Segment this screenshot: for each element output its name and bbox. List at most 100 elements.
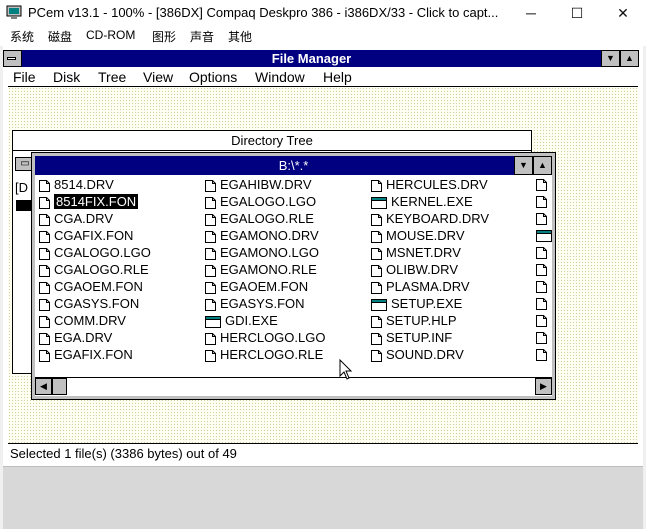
- file-item[interactable]: CGA.DRV: [39, 210, 113, 227]
- file-item[interactable]: 8514FIX.FON: [39, 193, 139, 210]
- file-item[interactable]: COMM.DRV: [39, 312, 126, 329]
- document-icon: [536, 331, 552, 345]
- file-name: CGASYS.FON: [54, 296, 140, 311]
- file-item[interactable]: MSNET.DRV: [371, 244, 461, 261]
- file-item[interactable]: EGASYS.FON: [205, 295, 305, 312]
- file-item[interactable]: SETUP.EXE: [371, 295, 462, 312]
- document-icon: [371, 230, 382, 243]
- host-menu-other[interactable]: 其他: [228, 28, 252, 45]
- file-name: EGAHIBW.DRV: [220, 177, 312, 192]
- file-name: HERCULES.DRV: [386, 177, 488, 192]
- file-item[interactable]: HERCULES.DRV: [371, 176, 488, 193]
- fm-minimize-button[interactable]: ▼: [601, 50, 620, 67]
- dir-minimize-button[interactable]: ▼: [514, 156, 533, 175]
- file-item[interactable]: EGAMONO.RLE: [205, 261, 317, 278]
- host-maximize-button[interactable]: ☐: [554, 0, 600, 26]
- file-item[interactable]: EGAOEM.FON: [205, 278, 308, 295]
- file-name: EGA.DRV: [54, 330, 113, 345]
- file-item[interactable]: KEYBOARD.DRV: [371, 210, 489, 227]
- scroll-thumb[interactable]: [52, 378, 67, 395]
- host-minimize-button[interactable]: ─: [508, 0, 554, 26]
- document-icon: [39, 264, 50, 277]
- file-item[interactable]: EGAMONO.DRV: [205, 227, 319, 244]
- fm-system-menu-icon[interactable]: [3, 50, 22, 67]
- file-list[interactable]: 8514.DRV 8514FIX.FON CGA.DRV CGAFIX.FON CGAL…: [35, 176, 552, 376]
- file-name: EGALOGO.LGO: [220, 194, 317, 209]
- host-close-button[interactable]: ✕: [600, 0, 646, 26]
- document-icon: [39, 230, 50, 243]
- horizontal-scrollbar[interactable]: ◀ ▶: [35, 377, 552, 395]
- file-item[interactable]: SETUP.INF: [371, 329, 452, 346]
- document-icon: [39, 213, 50, 226]
- fm-menu-window[interactable]: Window: [255, 69, 305, 85]
- file-item[interactable]: EGA.DRV: [39, 329, 112, 346]
- document-icon: [39, 332, 50, 345]
- dir-maximize-button[interactable]: ▲: [533, 156, 552, 175]
- fm-menu-disk[interactable]: Disk: [53, 69, 80, 85]
- file-item[interactable]: CGASYS.FON: [39, 295, 139, 312]
- host-menu-bar: 系统 磁盘 CD-ROM 图形 声音 其他: [0, 26, 646, 46]
- file-item[interactable]: HERCLOGO.LGO: [205, 329, 325, 346]
- fm-menu-options[interactable]: Options: [189, 69, 237, 85]
- status-text: Selected 1 file(s) (3386 bytes) out of 4…: [10, 446, 237, 461]
- file-item[interactable]: 8514.DRV: [39, 176, 114, 193]
- document-icon: [371, 264, 382, 277]
- host-menu-sound[interactable]: 声音: [190, 28, 214, 45]
- fm-menu-file[interactable]: File: [13, 69, 36, 85]
- file-item[interactable]: PLASMA.DRV: [371, 278, 470, 295]
- document-icon: [39, 179, 50, 192]
- file-item[interactable]: HERCLOGO.RLE: [205, 346, 323, 363]
- mouse-cursor-icon: [339, 359, 353, 380]
- file-name: OLIBW.DRV: [386, 262, 459, 277]
- file-item[interactable]: CGALOGO.LGO: [39, 244, 151, 261]
- file-item[interactable]: EGALOGO.RLE: [205, 210, 314, 227]
- document-icon: [39, 247, 50, 260]
- file-name: KEYBOARD.DRV: [386, 211, 490, 226]
- executable-icon: [536, 229, 552, 243]
- document-icon: [39, 315, 50, 328]
- file-item[interactable]: SETUP.HLP: [371, 312, 457, 329]
- file-item[interactable]: GDI.EXE: [205, 312, 278, 329]
- host-menu-disk[interactable]: 磁盘: [48, 28, 72, 45]
- file-item[interactable]: EGALOGO.LGO: [205, 193, 316, 210]
- file-name: EGAFIX.FON: [54, 347, 133, 362]
- directory-window[interactable]: B:\*.* ▼ ▲ 8514.DRV 8514FIX.FON CGA.DRV CGA…: [31, 152, 556, 400]
- file-item[interactable]: SOUND.DRV: [371, 346, 464, 363]
- fm-menu-help[interactable]: Help: [323, 69, 352, 85]
- file-item[interactable]: CGAFIX.FON: [39, 227, 133, 244]
- file-item[interactable]: MOUSE.DRV: [371, 227, 465, 244]
- fm-menu-view[interactable]: View: [143, 69, 173, 85]
- folder-icon[interactable]: [16, 200, 32, 211]
- file-item[interactable]: EGAMONO.LGO: [205, 244, 319, 261]
- host-menu-cdrom[interactable]: CD-ROM: [86, 28, 135, 42]
- file-item[interactable]: CGAOEM.FON: [39, 278, 143, 295]
- document-icon: [39, 349, 50, 362]
- document-icon: [536, 178, 552, 192]
- host-menu-graphics[interactable]: 图形: [152, 28, 176, 45]
- document-icon: [205, 298, 216, 311]
- file-item[interactable]: OLIBW.DRV: [371, 261, 458, 278]
- fm-menu-tree[interactable]: Tree: [98, 69, 126, 85]
- host-title-bar: PCem v13.1 - 100% - [386DX] Compaq Deskp…: [0, 0, 646, 26]
- file-item[interactable]: EGAHIBW.DRV: [205, 176, 312, 193]
- file-name: MSNET.DRV: [386, 245, 461, 260]
- host-menu-system[interactable]: 系统: [10, 28, 34, 45]
- executable-icon: [371, 298, 387, 311]
- tree-root-label[interactable]: [D: [15, 180, 28, 195]
- file-name: 8514.DRV: [54, 177, 114, 192]
- scroll-left-button[interactable]: ◀: [35, 378, 52, 395]
- document-icon: [536, 195, 552, 209]
- document-icon: [205, 213, 216, 226]
- file-item[interactable]: EGAFIX.FON: [39, 346, 133, 363]
- document-icon: [536, 246, 552, 260]
- document-icon: [536, 348, 552, 362]
- document-icon: [39, 196, 50, 209]
- document-icon: [371, 179, 382, 192]
- file-name: SETUP.HLP: [386, 313, 457, 328]
- fm-maximize-button[interactable]: ▲: [620, 50, 639, 67]
- file-item[interactable]: KERNEL.EXE: [371, 193, 473, 210]
- file-item[interactable]: CGALOGO.RLE: [39, 261, 149, 278]
- scroll-right-button[interactable]: ▶: [535, 378, 552, 395]
- file-name: SETUP.INF: [386, 330, 453, 345]
- emulator-screen[interactable]: File Manager ▼ ▲ File Disk Tree View Opt…: [3, 46, 643, 466]
